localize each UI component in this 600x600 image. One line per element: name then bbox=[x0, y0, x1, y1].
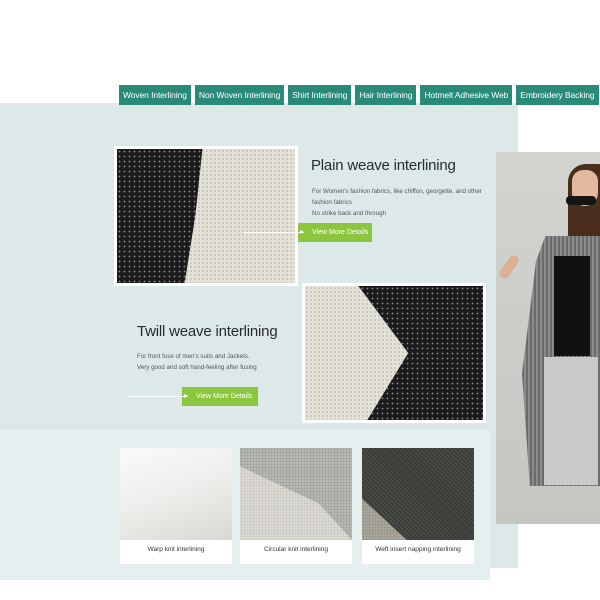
twill-weave-description: For front fuse of men's suits and Jacket… bbox=[137, 351, 307, 373]
circular-knit-image bbox=[240, 448, 352, 540]
tab-hotmelt-adhesive-web[interactable]: Hotmelt Adhesive Web bbox=[420, 85, 513, 105]
plain-weave-image[interactable] bbox=[114, 146, 298, 286]
plain-weave-description: For Women's fashion fabrics, like chiffo… bbox=[312, 186, 502, 219]
arrow-icon bbox=[128, 394, 188, 398]
category-tabs: Woven Interlining Non Woven Interlining … bbox=[119, 85, 599, 105]
warp-knit-image bbox=[120, 448, 232, 540]
arrow-icon bbox=[244, 230, 304, 234]
product-card-weft-insert[interactable]: Weft insert napping interlining bbox=[362, 448, 474, 564]
weft-insert-image bbox=[362, 448, 474, 540]
tab-embroidery-backing[interactable]: Embroidery Backing bbox=[516, 85, 599, 105]
product-card-circular-knit[interactable]: Circular knit interlining bbox=[240, 448, 352, 564]
twill-desc-line2: Very good and soft hand-feeling after fu… bbox=[137, 364, 257, 371]
twill-view-details-button[interactable]: View More Details bbox=[128, 387, 258, 406]
plain-view-details-button[interactable]: View More Details bbox=[244, 223, 372, 242]
card-caption: Warp knit interlining bbox=[147, 546, 205, 553]
tab-woven-interlining[interactable]: Woven Interlining bbox=[119, 85, 191, 105]
tab-hair-interlining[interactable]: Hair Interlining bbox=[355, 85, 417, 105]
grey-skirt bbox=[544, 357, 598, 485]
model-photo bbox=[496, 152, 600, 524]
plain-weave-title: Plain weave interlining bbox=[311, 157, 456, 174]
twill-desc-line1: For front fuse of men's suits and Jacket… bbox=[137, 353, 250, 360]
sunglasses bbox=[566, 196, 596, 205]
plain-desc-line1: For Women's fashion fabrics, like chiffo… bbox=[312, 188, 482, 206]
button-label: View More Details bbox=[312, 229, 369, 236]
card-caption: Weft insert napping interlining bbox=[375, 546, 461, 553]
plain-desc-line2: No strike back and through bbox=[312, 210, 386, 217]
tab-non-woven-interlining[interactable]: Non Woven Interlining bbox=[194, 85, 285, 105]
black-top bbox=[554, 256, 590, 356]
card-caption: Circular knit interlining bbox=[264, 546, 328, 553]
twill-weave-title: Twill weave interlining bbox=[137, 323, 278, 340]
twill-weave-image[interactable] bbox=[302, 283, 486, 423]
tab-shirt-interlining[interactable]: Shirt Interlining bbox=[288, 85, 352, 105]
product-card-warp-knit[interactable]: Warp knit interlining bbox=[120, 448, 232, 564]
button-label: View More Details bbox=[196, 393, 253, 400]
